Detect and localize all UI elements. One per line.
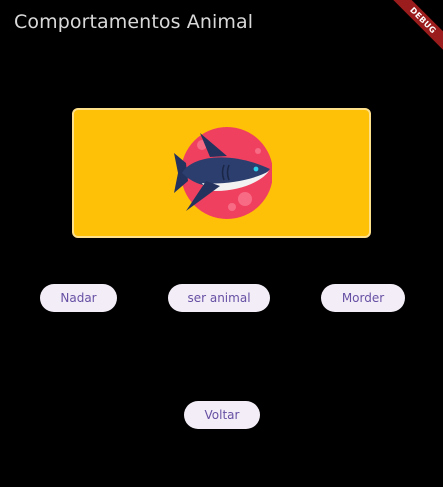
- animal-image-card: [72, 108, 371, 238]
- debug-banner: DEBUG: [383, 0, 443, 60]
- debug-ribbon-label: DEBUG: [384, 0, 443, 60]
- voltar-button[interactable]: Voltar: [184, 401, 260, 429]
- page-title: Comportamentos Animal: [14, 11, 254, 33]
- nadar-button[interactable]: Nadar: [40, 284, 117, 312]
- ser-animal-button[interactable]: ser animal: [168, 284, 270, 312]
- screen: Comportamentos Animal DEBUG Nadar ser an…: [0, 0, 443, 487]
- morder-button[interactable]: Morder: [321, 284, 405, 312]
- shark-icon: [173, 127, 272, 219]
